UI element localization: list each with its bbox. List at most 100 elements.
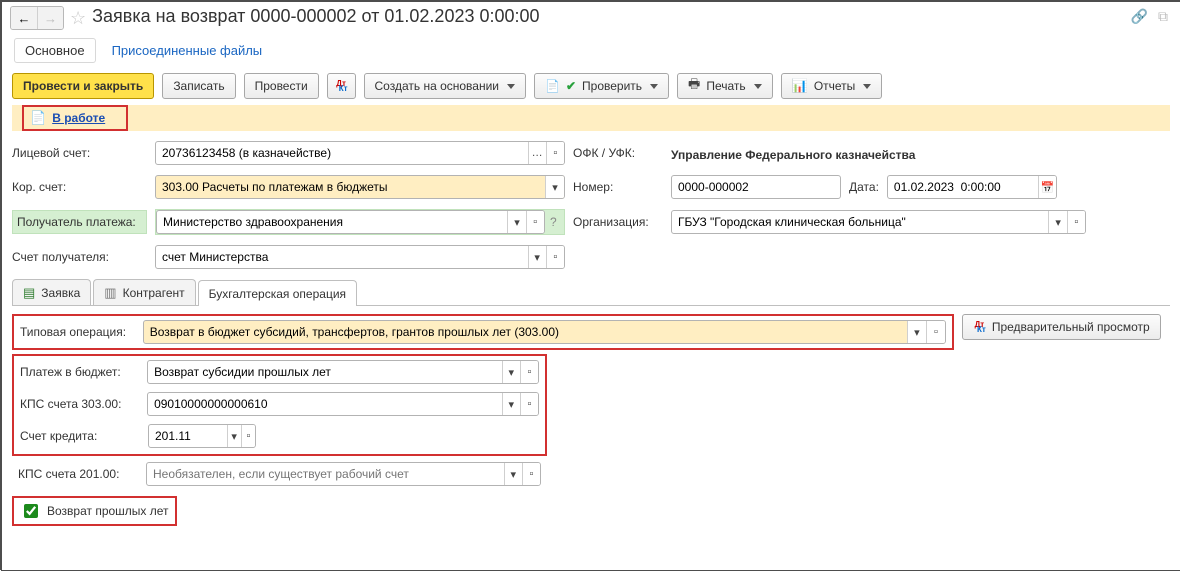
post-button[interactable]: Провести <box>244 73 319 99</box>
kor-account-input[interactable] <box>156 176 545 198</box>
dtkt-button[interactable]: ДтКт <box>327 73 356 99</box>
view-tab-attached[interactable]: Присоединенные файлы <box>112 43 263 58</box>
number-input[interactable] <box>672 176 840 198</box>
print-label: Печать <box>706 79 745 93</box>
document-icon: 📄 <box>545 79 560 93</box>
dropdown-button[interactable]: ▾ <box>545 176 564 198</box>
create-based-on-label: Создать на основании <box>375 79 500 93</box>
open-button[interactable]: ▫ <box>926 321 945 343</box>
open-button[interactable]: ▫ <box>522 463 540 485</box>
date-field[interactable]: 📅 <box>887 175 1057 199</box>
kps303-input[interactable] <box>148 393 502 415</box>
label-payee-account: Счет получателя: <box>12 250 147 264</box>
kps201-field[interactable]: ▾ ▫ <box>146 462 541 486</box>
status-doc-icon: 📄 <box>30 110 46 126</box>
typical-op-input[interactable] <box>144 321 907 343</box>
dtkt-icon: ДтКт <box>973 322 986 333</box>
payee-account-field[interactable]: ▾ ▫ <box>155 245 565 269</box>
help-icon[interactable]: ? <box>545 215 562 229</box>
number-field[interactable] <box>671 175 841 199</box>
dropdown-button[interactable]: ▾ <box>528 246 546 268</box>
open-button[interactable]: ▫ <box>1067 211 1085 233</box>
label-typical-op: Типовая операция: <box>20 325 135 339</box>
open-button[interactable]: ▫ <box>520 393 538 415</box>
page-title: Заявка на возврат 0000-000002 от 01.02.2… <box>92 6 539 27</box>
counterparty-icon: ▥ <box>104 285 116 301</box>
dropdown-button[interactable]: ▾ <box>502 361 520 383</box>
nav-arrows: ← → <box>10 6 64 30</box>
caret-icon <box>650 84 658 89</box>
reports-label: Отчеты <box>814 79 855 93</box>
dropdown-button[interactable]: ▾ <box>907 321 926 343</box>
label-payee: Получатель платежа: <box>12 210 147 234</box>
status-link[interactable]: В работе <box>52 111 105 125</box>
payee-field[interactable]: ▾ ▫ <box>156 210 545 234</box>
dropdown-button[interactable]: ▾ <box>507 211 525 233</box>
organization-input[interactable] <box>672 211 1048 233</box>
link-icon[interactable]: 🔗 <box>1131 8 1148 25</box>
label-ofk: ОФК / УФК: <box>573 146 663 160</box>
open-button[interactable]: ▫ <box>546 142 564 164</box>
label-kps201: КПС счета 201.00: <box>18 467 138 481</box>
label-kor-account: Кор. счет: <box>12 180 147 194</box>
tab-accounting[interactable]: Бухгалтерская операция <box>198 280 357 306</box>
kps201-input[interactable] <box>147 463 504 485</box>
typical-op-field[interactable]: ▾ ▫ <box>143 320 946 344</box>
return-prev-years-checkbox-row[interactable]: Возврат прошлых лет <box>20 501 169 521</box>
preview-label: Предварительный просмотр <box>992 320 1150 334</box>
payee-account-input[interactable] <box>156 246 528 268</box>
open-button[interactable]: ▫ <box>520 361 538 383</box>
label-date: Дата: <box>849 180 879 194</box>
date-input[interactable] <box>888 176 1038 198</box>
open-button[interactable]: ▫ <box>546 246 564 268</box>
dropdown-button[interactable]: ▾ <box>227 425 241 447</box>
credit-account-field[interactable]: ▾ ▫ <box>148 424 256 448</box>
label-personal-account: Лицевой счет: <box>12 146 147 160</box>
reports-button[interactable]: 📊 Отчеты <box>781 73 883 99</box>
label-organization: Организация: <box>573 215 663 229</box>
tab-counterparty-label: Контрагент <box>123 286 185 300</box>
ofk-value: Управление Федерального казначейства <box>671 144 915 162</box>
personal-account-input[interactable] <box>156 142 528 164</box>
personal-account-field[interactable]: … ▫ <box>155 141 565 165</box>
kps303-field[interactable]: ▾ ▫ <box>147 392 539 416</box>
label-number: Номер: <box>573 180 663 194</box>
tab-counterparty[interactable]: ▥ Контрагент <box>93 279 195 305</box>
nav-forward-button[interactable]: → <box>37 7 63 29</box>
caret-icon <box>754 84 762 89</box>
view-tab-main[interactable]: Основное <box>14 38 96 63</box>
budget-payment-input[interactable] <box>148 361 502 383</box>
window-icon[interactable]: ⧉ <box>1158 8 1168 25</box>
check-button[interactable]: 📄 ✔ Проверить <box>534 73 669 99</box>
organization-field[interactable]: ▾ ▫ <box>671 210 1086 234</box>
create-based-on-button[interactable]: Создать на основании <box>364 73 527 99</box>
budget-payment-field[interactable]: ▾ ▫ <box>147 360 539 384</box>
dropdown-button[interactable]: ▾ <box>1048 211 1066 233</box>
return-prev-years-label: Возврат прошлых лет <box>47 504 169 518</box>
check-icon: ✔ <box>566 79 576 93</box>
caret-icon <box>507 84 515 89</box>
tab-request[interactable]: ▤ Заявка <box>12 279 91 305</box>
check-label: Проверить <box>582 79 642 93</box>
kor-account-field[interactable]: ▾ <box>155 175 565 199</box>
open-button[interactable]: ▫ <box>526 211 544 233</box>
label-budget-payment: Платеж в бюджет: <box>20 365 139 379</box>
open-button[interactable]: ▫ <box>241 425 255 447</box>
dropdown-button[interactable]: ▾ <box>502 393 520 415</box>
print-button[interactable]: 🖶 Печать <box>677 73 773 99</box>
ellipsis-button[interactable]: … <box>528 142 546 164</box>
favorite-star-icon[interactable]: ☆ <box>70 8 86 29</box>
document-icon: ▤ <box>23 285 35 301</box>
payee-input[interactable] <box>157 211 507 233</box>
nav-back-button[interactable]: ← <box>11 7 37 29</box>
calendar-button[interactable]: 📅 <box>1038 176 1056 198</box>
status-bar: 📄 В работе <box>22 105 128 131</box>
credit-account-input[interactable] <box>149 425 227 447</box>
return-prev-years-checkbox[interactable] <box>24 504 38 518</box>
post-and-close-button[interactable]: Провести и закрыть <box>12 73 154 99</box>
preview-button[interactable]: ДтКт Предварительный просмотр <box>962 314 1161 340</box>
chart-icon: 📊 <box>792 78 808 94</box>
caret-icon <box>863 84 871 89</box>
dropdown-button[interactable]: ▾ <box>504 463 522 485</box>
write-button[interactable]: Записать <box>162 73 235 99</box>
